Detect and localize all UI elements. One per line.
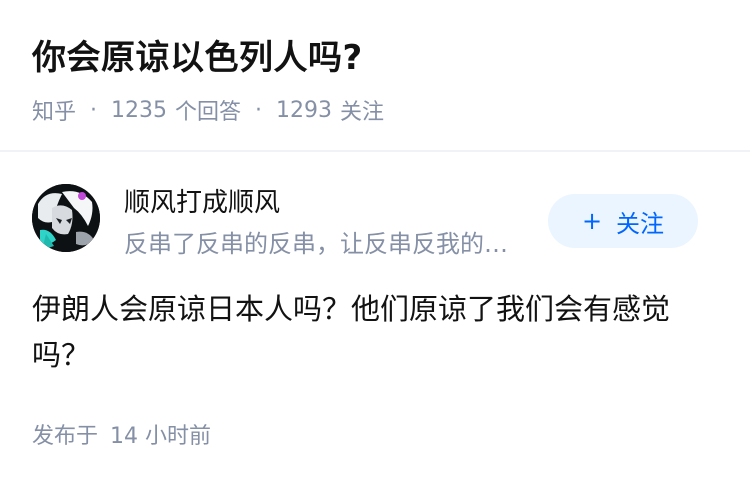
anime-avatar-icon [32, 184, 100, 252]
publish-time: 发布于 14 小时前 [32, 418, 211, 450]
author-avatar[interactable] [32, 184, 100, 252]
section-divider [0, 150, 750, 152]
answer-page: 你会原谅以色列人吗? 知乎 · 1235 个回答 · 1293 关注 顺风打成顺… [0, 0, 750, 486]
follow-button-label: 关注 [616, 209, 665, 238]
publish-prefix: 发布于 [32, 424, 99, 449]
answer-content[interactable]: 伊朗人会原谅日本人吗？他们原谅了我们会有感觉吗？ [32, 286, 722, 378]
follower-count: 1293 [276, 97, 333, 123]
follow-button[interactable]: + 关注 [548, 194, 698, 248]
meta-separator: · [255, 97, 263, 123]
answer-count: 1235 [111, 97, 168, 123]
question-meta: 知乎 · 1235 个回答 · 1293 关注 [32, 92, 384, 128]
follower-count-label: 关注 [340, 100, 385, 125]
source-label[interactable]: 知乎 [32, 94, 76, 126]
meta-separator: · [90, 97, 98, 123]
author-name[interactable]: 顺风打成顺风 [124, 186, 280, 220]
plus-icon: + [581, 207, 603, 235]
author-bio: 反串了反串的反串，让反串反我的… [124, 230, 508, 258]
question-title[interactable]: 你会原谅以色列人吗? [32, 36, 363, 80]
publish-relative-time: 14 小时前 [110, 424, 212, 449]
question-header: 你会原谅以色列人吗? 知乎 · 1235 个回答 · 1293 关注 [0, 0, 750, 150]
answer-count-label: 个回答 [175, 100, 242, 125]
